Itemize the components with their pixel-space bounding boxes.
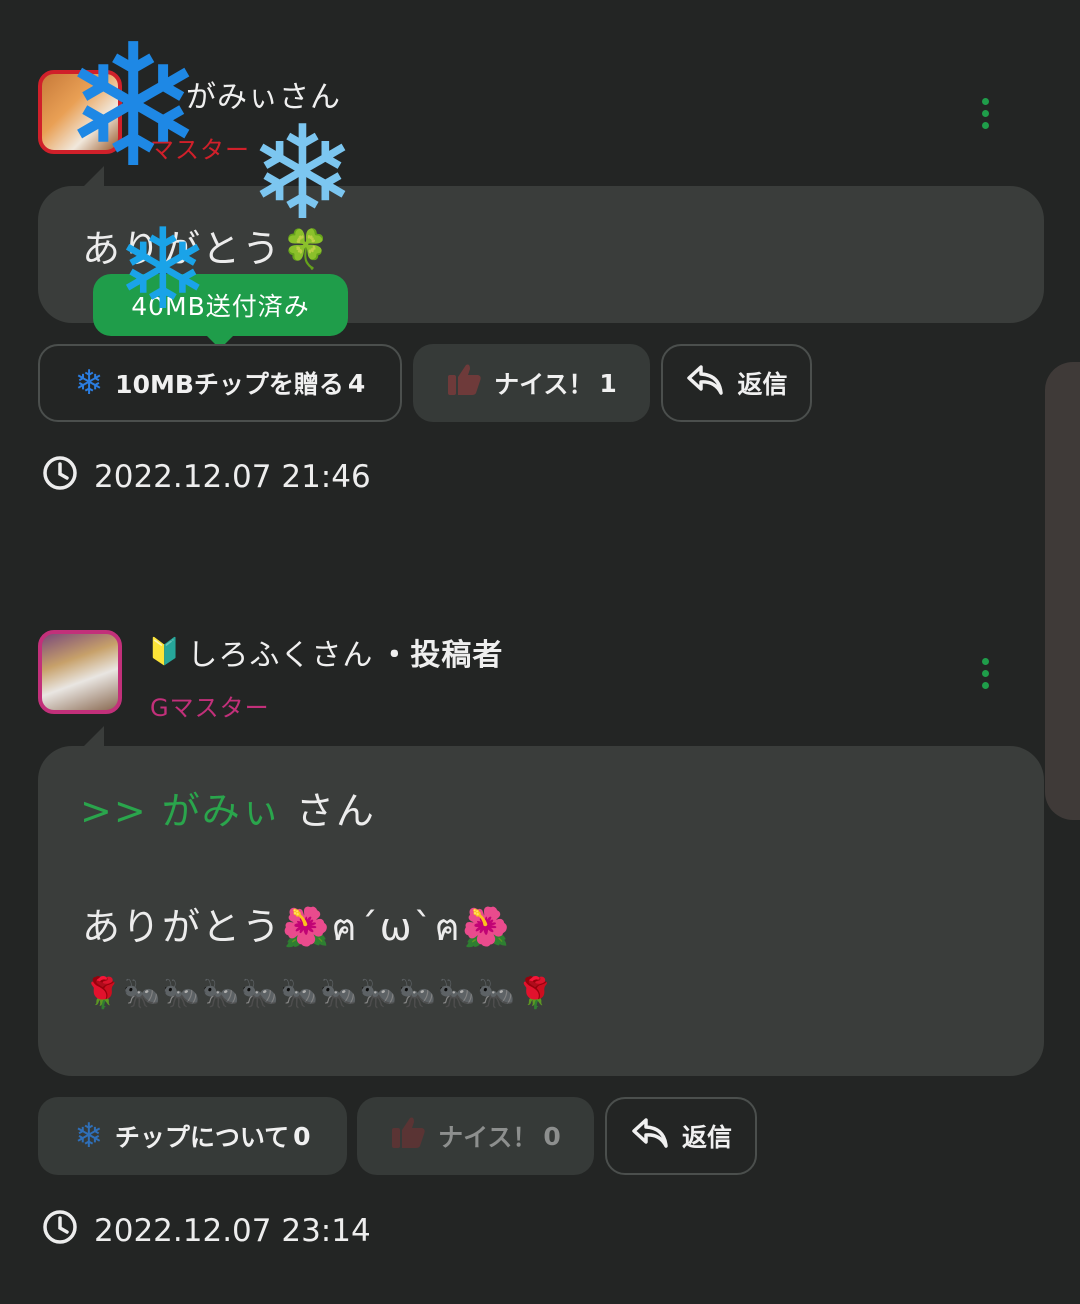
mention-line: >> がみぃ さん [80,780,376,835]
kebab-menu-icon[interactable] [982,658,990,689]
comment-text: ありがとう🌺ฅ´ω`ฅ🌺 [82,905,512,949]
reply-button[interactable]: 返信 [661,344,812,422]
comment-emoji-line: 🌹🐜🐜🐜🐜🐜🐜🐜🐜🐜🐜🌹 [84,976,557,1011]
timestamp-text: 2022.12.07 23:14 [94,1213,371,1249]
nice-button[interactable]: ナイス！ 1 [413,344,650,422]
scrollbar-thumb[interactable] [1045,362,1080,820]
nice-label: ナイス！ [494,370,594,399]
tip-button[interactable]: ❄ 10MBチップを贈る 4 [38,344,402,422]
thumbs-up-icon [390,1116,426,1156]
nice-count: 0 [543,1121,561,1151]
reply-icon [685,363,725,403]
timestamp: 2022.12.07 21:46 [42,455,371,499]
clock-icon [42,455,78,499]
tip-button-label: 10MBチップを贈る [115,370,344,399]
timestamp-text: 2022.12.07 21:46 [94,459,371,495]
tip-count: 4 [347,368,366,398]
poster-tag: ・投稿者 [379,638,504,673]
snowflake-icon: ❄ [62,8,205,206]
kebab-menu-icon[interactable] [982,98,990,129]
username-row[interactable]: 🔰 しろふくさん ・投稿者 [148,630,503,674]
mention-link[interactable]: がみぃ [162,789,282,833]
reply-label: 返信 [681,1123,732,1152]
timestamp: 2022.12.07 23:14 [42,1209,371,1253]
reply-icon [630,1116,670,1156]
thumbs-up-icon [446,363,482,403]
tip-button-label: チップについて [114,1123,290,1152]
mention-prefix: >> [80,789,148,833]
rank-label: Gマスター [150,694,270,722]
tip-info-button[interactable]: ❄ チップについて 0 [38,1097,347,1175]
beginner-mark-icon: 🔰 [148,637,182,667]
mention-suffix: さん [295,789,376,833]
bubble-tail [82,726,104,748]
avatar[interactable] [38,630,122,714]
tip-count: 0 [293,1121,311,1151]
snowflake-icon: ❄ [248,97,357,249]
nice-label: ナイス！ [438,1123,538,1152]
clock-icon [42,1209,78,1253]
snowflake-icon: ❄ [116,205,210,335]
reply-button[interactable]: 返信 [605,1097,757,1175]
snowflake-icon: ❄ [74,363,104,403]
reply-label: 返信 [737,370,788,399]
nice-count: 1 [599,368,617,398]
username[interactable]: しろふくさん [187,630,373,674]
snowflake-icon: ❄ [74,1116,103,1156]
nice-button[interactable]: ナイス！ 0 [357,1097,594,1175]
